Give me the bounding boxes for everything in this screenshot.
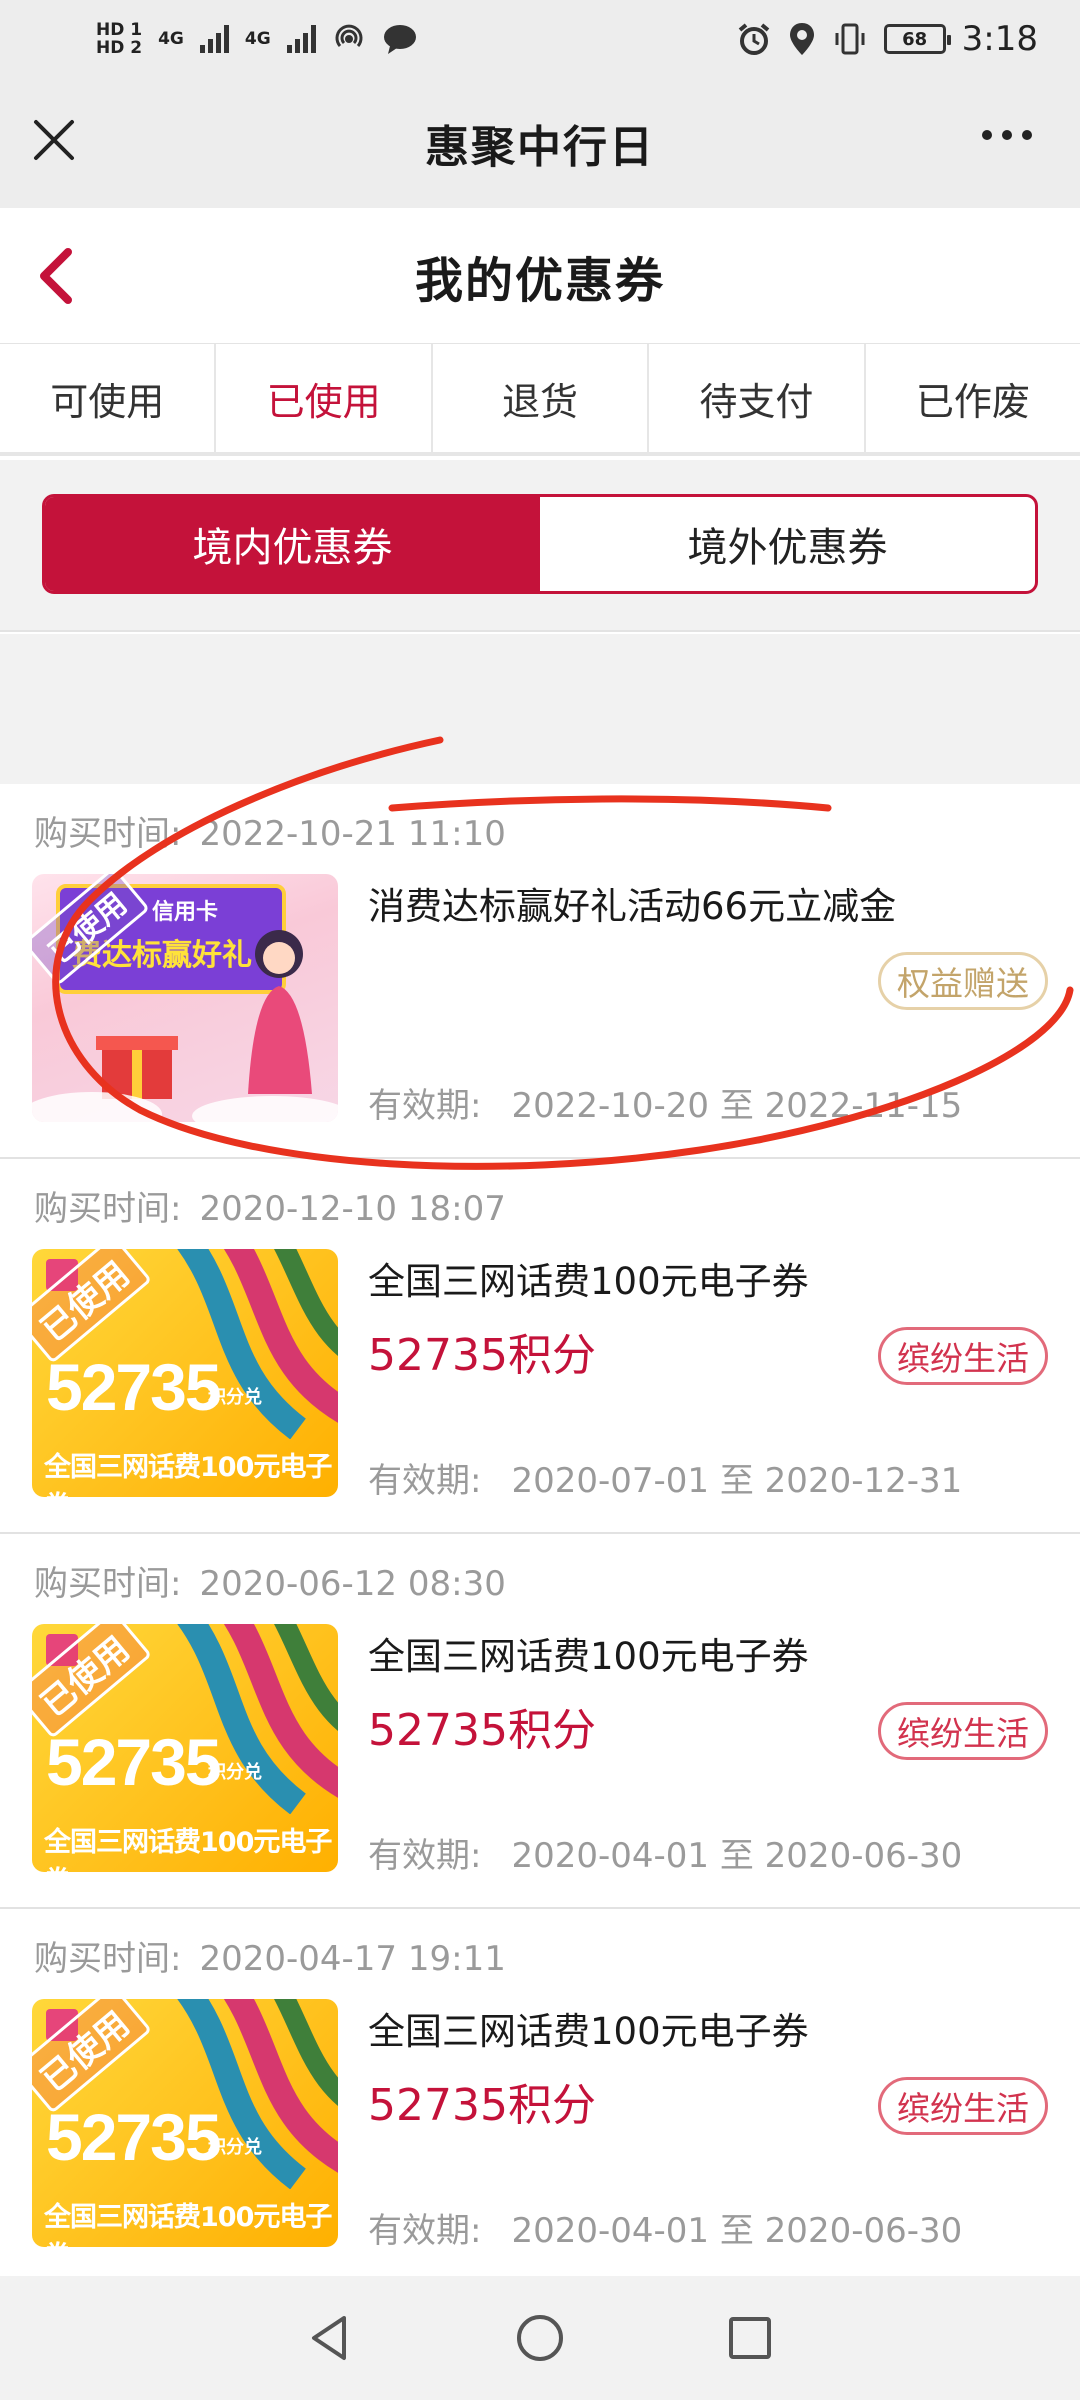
thumb-description: 全国三网话费100元电子券 bbox=[44, 1827, 332, 1872]
nav-back-icon[interactable] bbox=[300, 2308, 360, 2368]
buy-time-label: 购买时间: bbox=[34, 1564, 182, 1604]
thumb-points-number: 52735 bbox=[46, 1725, 222, 1799]
segment-overseas[interactable]: 境外优惠券 bbox=[540, 497, 1035, 591]
coupon-thumbnail[interactable]: 费达标赢好礼 信用卡 已使用 bbox=[32, 874, 338, 1122]
coupon-points: 52735积分 bbox=[368, 1705, 596, 1756]
coupon-card[interactable]: 购买时间: 2020-04-17 19:11 已使用 52735 积分兑 全国三网… bbox=[0, 1909, 1080, 2284]
coupon-tag: 缤纷生活 bbox=[878, 2077, 1048, 2135]
status-bar-left: HD 1 HD 2 4G 4G bbox=[96, 21, 418, 57]
tab-pending-payment[interactable]: 待支付 bbox=[649, 344, 866, 452]
coupon-card[interactable]: 购买时间: 2022-10-21 11:10 费达标赢好礼 信用卡 已使用 消费达… bbox=[0, 784, 1080, 1159]
buy-time-label: 购买时间: bbox=[34, 814, 182, 854]
thumb-description: 全国三网话费100元电子券 bbox=[44, 1452, 332, 1497]
buy-time-value: 2020-04-17 19:11 bbox=[199, 1939, 506, 1979]
tab-available[interactable]: 可使用 bbox=[0, 344, 217, 452]
tab-used[interactable]: 已使用 bbox=[216, 344, 433, 452]
buy-time-value: 2022-10-21 11:10 bbox=[199, 814, 506, 854]
validity: 有效期: 2020-07-01 至 2020-12-31 bbox=[368, 1453, 962, 1502]
status-tabs: 可使用 已使用 退货 待支付 已作废 bbox=[0, 344, 1080, 456]
validity-label: 有效期: bbox=[368, 1836, 482, 1876]
coupon-points: 52735积分 bbox=[368, 1330, 596, 1381]
buy-time: 购买时间: 2022-10-21 11:10 bbox=[34, 806, 506, 855]
tab-returned[interactable]: 退货 bbox=[433, 344, 650, 452]
validity-value: 2022-10-20 至 2022-11-15 bbox=[511, 1086, 963, 1126]
coupon-card[interactable]: 购买时间: 2020-06-12 08:30 已使用 52735 积分兑 全国三网… bbox=[0, 1534, 1080, 1909]
buy-time: 购买时间: 2020-04-17 19:11 bbox=[34, 1931, 506, 1980]
status-bar: HD 1 HD 2 4G 4G 68 3:18 bbox=[0, 0, 1080, 78]
thumb-description: 全国三网话费100元电子券 bbox=[44, 2202, 332, 2247]
message-icon bbox=[383, 25, 416, 54]
status-time: 3:18 bbox=[961, 19, 1038, 59]
thumb-points-label: 积分兑 bbox=[208, 1762, 262, 1783]
signal2-icon bbox=[286, 25, 316, 53]
validity: 有效期: 2022-10-20 至 2022-11-15 bbox=[368, 1078, 962, 1127]
validity-value: 2020-04-01 至 2020-06-30 bbox=[511, 2211, 963, 2251]
status-bar-right: 68 3:18 bbox=[736, 19, 1038, 59]
coupon-region-segment: 境内优惠券 境外优惠券 bbox=[42, 494, 1038, 594]
coupon-list: 购买时间: 2022-10-21 11:10 费达标赢好礼 信用卡 已使用 消费达… bbox=[0, 784, 1080, 2284]
thumb-points-label: 积分兑 bbox=[208, 2137, 262, 2158]
buy-time-value: 2020-12-10 18:07 bbox=[199, 1189, 506, 1229]
coupon-name: 消费达标赢好礼活动66元立减金 bbox=[368, 885, 897, 928]
coupon-tag: 缤纷生活 bbox=[878, 1327, 1048, 1385]
coupon-name: 全国三网话费100元电子券 bbox=[368, 2010, 809, 2053]
thumb-points-number: 52735 bbox=[46, 2100, 222, 2174]
page-title: 我的优惠券 bbox=[414, 252, 665, 309]
segment-domestic[interactable]: 境内优惠券 bbox=[45, 497, 540, 591]
validity-value: 2020-04-01 至 2020-06-30 bbox=[511, 1836, 963, 1876]
coupon-thumbnail[interactable]: 已使用 52735 积分兑 全国三网话费100元电子券 bbox=[32, 1624, 338, 1872]
validity: 有效期: 2020-04-01 至 2020-06-30 bbox=[368, 2203, 962, 2252]
network1-label: 4G bbox=[158, 29, 184, 49]
more-icon[interactable] bbox=[982, 130, 1032, 140]
battery-level: 68 bbox=[902, 28, 928, 50]
network2-label: 4G bbox=[244, 29, 271, 49]
hotspot-icon bbox=[335, 24, 363, 47]
validity: 有效期: 2020-04-01 至 2020-06-30 bbox=[368, 1828, 962, 1877]
nav-home-icon[interactable] bbox=[510, 2308, 570, 2368]
cloud-icon bbox=[32, 1092, 338, 1122]
alarm-icon bbox=[738, 23, 769, 55]
spacer bbox=[0, 634, 1080, 784]
signal1-icon bbox=[199, 25, 229, 53]
coupon-card[interactable]: 购买时间: 2020-12-10 18:07 已使用 52735 积分兑 全国三网… bbox=[0, 1159, 1080, 1534]
coupon-tag: 权益赠送 bbox=[878, 952, 1048, 1010]
coupon-thumbnail[interactable]: 已使用 52735 积分兑 全国三网话费100元电子券 bbox=[32, 1249, 338, 1497]
girl-illustration-icon bbox=[248, 930, 312, 1094]
app-title: 惠聚中行日 bbox=[425, 122, 655, 173]
validity-label: 有效期: bbox=[368, 1461, 482, 1501]
buy-time-value: 2020-06-12 08:30 bbox=[199, 1564, 506, 1604]
tab-voided[interactable]: 已作废 bbox=[866, 344, 1080, 452]
back-icon[interactable] bbox=[28, 244, 88, 308]
sim-badges: HD 1 HD 2 bbox=[96, 21, 142, 57]
thumb-points-number: 52735 bbox=[46, 1350, 222, 1424]
coupon-tag: 缤纷生活 bbox=[878, 1702, 1048, 1760]
app-top-bar: 惠聚中行日 bbox=[0, 78, 1080, 208]
sim2-badge: HD 2 bbox=[96, 38, 143, 58]
promo-card-label: 信用卡 bbox=[152, 900, 219, 925]
coupon-thumbnail[interactable]: 已使用 52735 积分兑 全国三网话费100元电子券 bbox=[32, 1999, 338, 2247]
location-icon bbox=[789, 23, 814, 55]
buy-time: 购买时间: 2020-06-12 08:30 bbox=[34, 1556, 506, 1605]
coupon-name: 全国三网话费100元电子券 bbox=[368, 1635, 809, 1678]
page-header: 我的优惠券 bbox=[0, 208, 1080, 344]
close-icon[interactable] bbox=[30, 116, 78, 164]
coupon-name: 全国三网话费100元电子券 bbox=[368, 1260, 809, 1303]
segment-area: 境内优惠券 境外优惠券 bbox=[0, 460, 1080, 632]
validity-value: 2020-07-01 至 2020-12-31 bbox=[511, 1461, 963, 1501]
buy-time: 购买时间: 2020-12-10 18:07 bbox=[34, 1181, 506, 1230]
vibrate-icon bbox=[835, 23, 865, 55]
system-nav-bar bbox=[0, 2276, 1080, 2400]
validity-label: 有效期: bbox=[368, 2211, 482, 2251]
buy-time-label: 购买时间: bbox=[34, 1939, 182, 1979]
buy-time-label: 购买时间: bbox=[34, 1189, 182, 1229]
sim1-badge: HD 1 bbox=[96, 20, 143, 40]
validity-label: 有效期: bbox=[368, 1086, 482, 1126]
coupon-points: 52735积分 bbox=[368, 2080, 596, 2131]
battery-icon: 68 bbox=[883, 24, 951, 54]
thumb-points-label: 积分兑 bbox=[208, 1387, 262, 1408]
nav-recents-icon[interactable] bbox=[720, 2308, 780, 2368]
